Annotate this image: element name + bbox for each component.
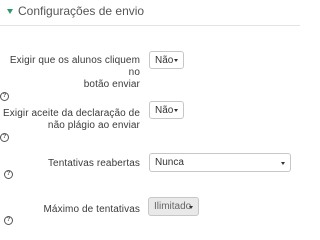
- max-attempts-label: Máximo de tentativas?: [0, 204, 140, 225]
- section-title: Configurações de envio: [18, 4, 145, 18]
- submission-settings-panel: Configurações de envio Exigir que os alu…: [0, 0, 300, 229]
- help-icon[interactable]: ?: [4, 216, 13, 225]
- require-declaration-label-line1: Exigir aceite da declaração de: [3, 108, 140, 119]
- reopened-attempts-select[interactable]: Nunca: [149, 153, 291, 172]
- reopened-attempts-value: Nunca: [155, 157, 184, 168]
- section-divider: [0, 25, 300, 26]
- help-icon[interactable]: ?: [0, 92, 9, 101]
- caret-down-icon: [7, 9, 13, 14]
- max-attempts-select[interactable]: Ilimitado: [148, 197, 199, 216]
- reopened-attempts-label: Tentativas reabertas?: [0, 158, 140, 179]
- reopened-attempts-label-text: Tentativas reabertas: [47, 158, 140, 169]
- require-submit-label-line2: botão enviar: [83, 79, 140, 90]
- chevron-down-icon: [174, 59, 178, 62]
- require-declaration-value: Não: [155, 104, 174, 116]
- require-declaration-label-line2: não plágio ao enviar: [47, 120, 140, 131]
- help-icon[interactable]: ?: [4, 170, 13, 179]
- chevron-down-icon: [189, 205, 193, 209]
- require-submit-label: Exigir que os alunos cliquem no botão en…: [0, 55, 140, 101]
- section-toggle[interactable]: Configurações de envio: [7, 4, 144, 18]
- require-submit-label-line1: Exigir que os alunos cliquem no: [9, 55, 140, 78]
- max-attempts-value: Ilimitado: [154, 201, 192, 212]
- max-attempts-label-text: Máximo de tentativas: [43, 204, 140, 215]
- chevron-down-icon: [281, 161, 285, 165]
- require-submit-select[interactable]: Não: [149, 51, 184, 69]
- chevron-down-icon: [174, 109, 178, 112]
- require-declaration-label: Exigir aceite da declaração de não plági…: [0, 108, 140, 142]
- help-icon[interactable]: ?: [0, 133, 9, 142]
- require-submit-value: Não: [155, 54, 174, 66]
- require-declaration-select[interactable]: Não: [149, 101, 184, 119]
